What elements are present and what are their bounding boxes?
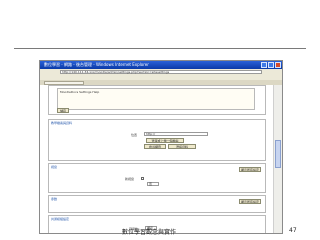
resource-heading: 教學檔案與資料 <box>51 121 73 125</box>
slide-caption: 數位學習觀念與實作 <box>122 229 177 236</box>
browser-window: 數位學習 - 網路 - 後台管理 - Windows Internet Expl… <box>39 60 283 234</box>
search-web-button[interactable]: 搜尋網頁 <box>144 144 166 149</box>
editor-panel: MoodleDocs Settings Help 儲存 <box>48 85 266 115</box>
new-window-label: 新視窗 <box>125 177 135 181</box>
text-area[interactable]: MoodleDocs Settings Help <box>57 88 255 110</box>
url-input[interactable]: http:// <box>144 132 208 136</box>
save-button[interactable]: 儲存 <box>57 108 69 113</box>
new-window-select[interactable]: 否 <box>147 182 159 186</box>
window-section: 視窗 顯示所有設定 新視窗 否 <box>48 163 266 193</box>
common-heading: 共通模組設定 <box>51 217 70 221</box>
show-advanced-button[interactable]: 顯示所有設定 <box>239 167 261 172</box>
window-heading: 視窗 <box>51 165 58 169</box>
show-advanced-button-2[interactable]: 顯示所有設定 <box>239 199 261 204</box>
maximize-icon[interactable] <box>268 62 274 68</box>
url-label: 位置 <box>131 133 138 137</box>
title-bar: 數位學習 - 網路 - 後台管理 - Windows Internet Expl… <box>40 61 282 69</box>
minimize-icon[interactable] <box>261 62 267 68</box>
page-number: 47 <box>289 227 297 234</box>
params-heading: 參數 <box>51 197 58 201</box>
scrollbar-thumb[interactable] <box>275 140 281 168</box>
new-window-checkbox[interactable] <box>141 177 144 180</box>
new-window-select-value: 否 <box>149 182 153 186</box>
url-input-value: http:// <box>146 132 156 136</box>
params-section: 參數 顯示所有設定 <box>48 195 266 213</box>
slide-divider <box>14 48 306 49</box>
choose-file-button[interactable]: 選擇或上傳一個檔案 <box>146 138 184 143</box>
resource-section: 教學檔案與資料 位置 http:// 選擇或上傳一個檔案 搜尋網頁 選擇資料 <box>48 119 266 161</box>
vertical-scrollbar[interactable] <box>273 85 282 233</box>
page-content: MoodleDocs Settings Help 儲存 教學檔案與資料 位置 h… <box>40 85 274 233</box>
box-text: MoodleDocs Settings Help <box>60 90 100 94</box>
close-icon[interactable] <box>275 62 281 68</box>
choose-data-button[interactable]: 選擇資料 <box>168 144 196 149</box>
window-title: 數位學習 - 網路 - 後台管理 - Windows Internet Expl… <box>44 62 149 67</box>
